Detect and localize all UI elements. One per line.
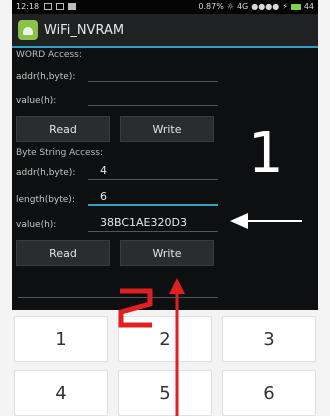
arrow-left-annotation — [230, 213, 302, 229]
phone-screen: 12:18 0.87% ☼ 4G ●●●● ⚡ 44 WiFi_NVRAM WO… — [12, 0, 318, 416]
annotation-overlay — [118, 213, 302, 416]
arrow-up-annotation — [169, 278, 185, 416]
annotation-number-two — [118, 288, 153, 328]
